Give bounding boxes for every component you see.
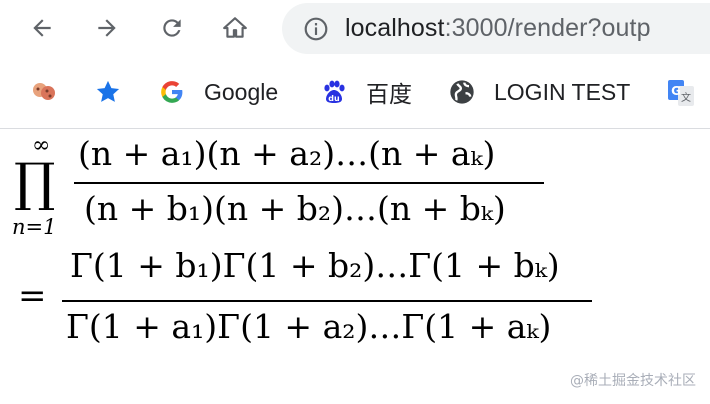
svg-text:G: G bbox=[671, 84, 681, 98]
url-path: :3000/render?outp bbox=[444, 14, 651, 42]
bookmark-star[interactable] bbox=[94, 72, 122, 112]
url-host: localhost bbox=[345, 14, 445, 42]
bookmark-label: Google bbox=[204, 78, 279, 105]
svg-text:文: 文 bbox=[681, 91, 691, 104]
bookmark-google[interactable]: Google bbox=[158, 72, 278, 112]
star-icon bbox=[94, 78, 122, 106]
arrow-left-icon bbox=[33, 19, 51, 37]
line1-denominator: (n + b₁)(n + b₂)…(n + bₖ) bbox=[84, 189, 506, 228]
forward-button[interactable] bbox=[87, 8, 127, 48]
arrow-right-icon bbox=[98, 19, 116, 37]
fraction-bar-2 bbox=[62, 300, 592, 302]
bookmark-label: 百度 bbox=[366, 81, 412, 107]
svg-text:du: du bbox=[328, 94, 340, 103]
globe-icon bbox=[448, 78, 476, 106]
info-icon[interactable] bbox=[303, 16, 329, 42]
rendered-formula: ∞ ∏ n=1 (n + a₁)(n + a₂)…(n + aₖ) (n + b… bbox=[0, 129, 710, 404]
prod-lower-limit: n=1 bbox=[12, 215, 57, 239]
line1-numerator: (n + a₁)(n + a₂)…(n + aₖ) bbox=[78, 134, 496, 173]
bookmark-label: LOGIN TEST bbox=[494, 78, 631, 105]
bookmarks-bar: Google du 百度 LOGIN TEST G 文 bbox=[0, 58, 710, 129]
bookmark-baidu[interactable]: du 百度 bbox=[320, 72, 412, 112]
reload-icon bbox=[163, 19, 181, 37]
product-symbol: ∏ bbox=[14, 153, 56, 213]
home-icon bbox=[223, 17, 247, 38]
watermark: @稀土掘金技术社区 bbox=[570, 373, 696, 389]
fraction-bar-1 bbox=[74, 182, 544, 184]
bookmark-translate[interactable]: G 文 bbox=[666, 72, 694, 112]
baidu-icon: du bbox=[320, 78, 348, 106]
address-bar[interactable]: localhost:3000/render?outp bbox=[282, 3, 710, 54]
translate-icon: G 文 bbox=[666, 78, 694, 106]
cookie-icon bbox=[30, 78, 58, 106]
url-text[interactable]: localhost:3000/render?outp bbox=[345, 14, 651, 43]
browser-toolbar: localhost:3000/render?outp bbox=[0, 0, 710, 58]
equals-sign: = bbox=[18, 276, 47, 316]
google-icon bbox=[158, 78, 186, 106]
line2-denominator: Γ(1 + a₁)Γ(1 + a₂)…Γ(1 + aₖ) bbox=[66, 307, 552, 346]
back-button[interactable] bbox=[22, 8, 62, 48]
line2-numerator: Γ(1 + b₁)Γ(1 + b₂)…Γ(1 + bₖ) bbox=[70, 246, 560, 285]
bookmark-cookie[interactable] bbox=[30, 72, 58, 112]
bookmark-login-test[interactable]: LOGIN TEST bbox=[448, 72, 630, 112]
reload-button[interactable] bbox=[152, 8, 192, 48]
home-button[interactable] bbox=[215, 8, 255, 48]
